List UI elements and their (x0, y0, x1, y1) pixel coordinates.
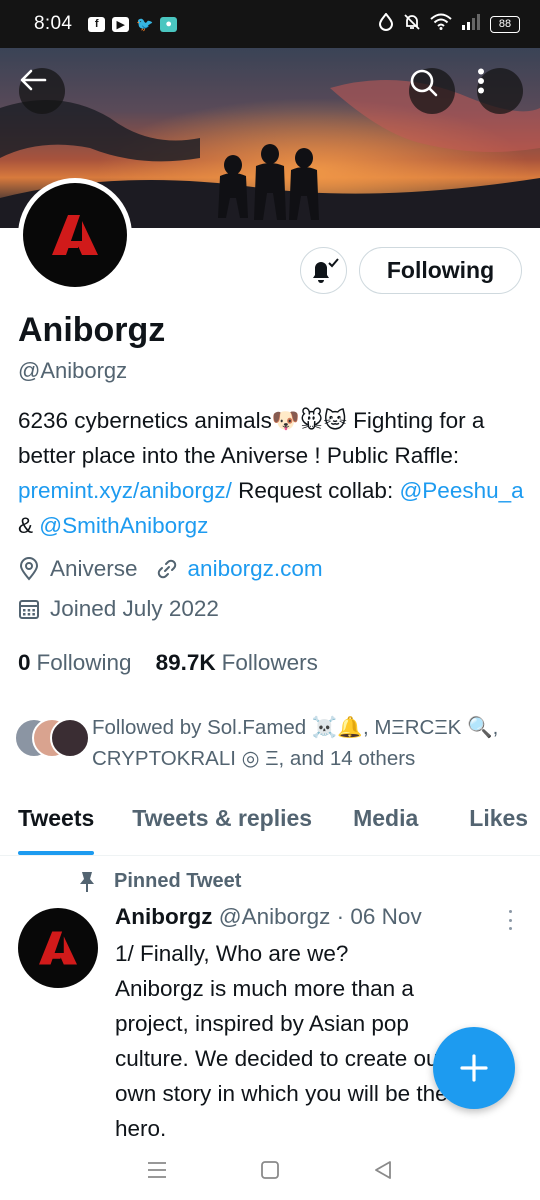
profile-website[interactable]: aniborgz.com (188, 556, 323, 582)
back-button[interactable] (19, 68, 65, 114)
plus-icon (460, 1054, 488, 1082)
following-button[interactable]: Following (359, 247, 522, 294)
app-icon: ● (160, 16, 178, 32)
tweet-date: 06 Nov (350, 904, 422, 929)
profile-meta-row: Aniverse aniborgz.com (18, 556, 323, 582)
back-arrow-icon (20, 69, 47, 91)
following-label: Following (36, 650, 132, 675)
tweet-text[interactable]: 1/ Finally, Who are we? Aniborgz is much… (115, 936, 465, 1146)
bio-emojis: 🐶🐭🐱 (271, 408, 347, 433)
tab-media[interactable]: Media (353, 794, 418, 855)
aniborgz-logo-icon (39, 931, 77, 965)
status-right: 88 (378, 11, 520, 36)
search-button[interactable] (409, 68, 455, 114)
home-button[interactable] (250, 1150, 290, 1190)
tweet-author-avatar[interactable] (18, 908, 98, 988)
more-options-button[interactable] (477, 68, 523, 114)
bio-mention[interactable]: @SmithAniborgz (39, 513, 208, 538)
recent-apps-button[interactable] (137, 1150, 177, 1190)
tweet-author-handle: @Aniborgz (218, 904, 331, 929)
profile-handle: @Aniborgz (18, 358, 128, 383)
avatar-image (23, 183, 127, 287)
system-navigation-bar (0, 1140, 540, 1200)
profile-bio: 6236 cybernetics animals🐶🐭🐱 Fighting for… (18, 403, 528, 543)
tab-tweets-and-replies[interactable]: Tweets & replies (132, 794, 312, 855)
followers-count: 89.7K (155, 650, 216, 675)
bio-text: Request collab: (231, 478, 400, 503)
aniborgz-logo-icon (52, 215, 98, 255)
followed-by-row[interactable]: Followed by Sol.Famed ☠️🔔, MΞRCΞK 🔍, CRY… (14, 712, 534, 774)
signal-icon (461, 13, 481, 35)
bio-mention[interactable]: @Peeshu_a (399, 478, 523, 503)
battery-indicator: 88 (490, 15, 520, 33)
pinned-tweet-text: Pinned Tweet (114, 870, 242, 892)
twitter-icon: 🐦 (135, 15, 154, 32)
profile-joined-date: Joined July 2022 (50, 596, 219, 621)
tweet-more-button[interactable] (504, 910, 516, 930)
follow-counts: 0 Following 89.7K Followers (18, 650, 342, 676)
notifications-button[interactable] (300, 247, 347, 294)
compose-tweet-button[interactable] (433, 1027, 515, 1109)
followed-by-text: Followed by Sol.Famed ☠️🔔, MΞRCΞK 🔍, CRY… (92, 716, 499, 770)
bio-link[interactable]: premint.xyz/aniborgz/ (18, 478, 232, 503)
profile-joined-row: Joined July 2022 (18, 596, 219, 622)
mutual-followers-avatars (14, 718, 90, 762)
status-app-icons: f ▶ 🐦 ● (88, 15, 178, 32)
facebook-icon: f (88, 16, 106, 32)
avatar (50, 718, 90, 758)
bio-text: & (18, 513, 40, 538)
followers-count-link[interactable]: 89.7K Followers (156, 650, 318, 676)
following-count: 0 (18, 650, 31, 675)
tweet-header: Aniborgz @Aniborgz · 06 Nov (115, 904, 422, 930)
calendar-icon (18, 598, 40, 620)
youtube-icon: ▶ (112, 16, 130, 32)
profile-name: Aniborgz (18, 311, 166, 349)
status-time: 8:04 (34, 13, 73, 34)
location-icon (18, 557, 40, 581)
bio-text: 6236 cybernetics animals (18, 408, 272, 433)
mute-icon (403, 13, 421, 36)
profile-location: Aniverse (50, 556, 138, 581)
pinned-tweet-label: Pinned Tweet (78, 870, 241, 893)
tweet-author-name[interactable]: Aniborgz (115, 904, 212, 929)
square-icon (261, 1161, 279, 1179)
more-vertical-icon (478, 68, 484, 94)
bell-subscribed-icon (312, 257, 339, 283)
system-back-button[interactable] (363, 1150, 403, 1190)
following-count-link[interactable]: 0 Following (18, 650, 132, 676)
menu-icon (147, 1162, 166, 1178)
profile-avatar[interactable] (18, 178, 132, 292)
triangle-back-icon (375, 1161, 392, 1179)
link-icon (156, 558, 178, 580)
tab-likes[interactable]: Likes (469, 794, 528, 855)
wifi-icon (430, 13, 452, 35)
tweet-separator: · (330, 904, 351, 929)
pin-icon (78, 871, 96, 893)
status-bar: 8:04 f ▶ 🐦 ● 88 (0, 0, 540, 48)
followers-label: Followers (221, 650, 318, 675)
profile-tabs: Tweets Tweets & replies Media Likes (0, 794, 540, 856)
data-saver-icon (378, 11, 394, 36)
search-icon (410, 69, 438, 97)
tab-tweets[interactable]: Tweets (18, 794, 95, 855)
